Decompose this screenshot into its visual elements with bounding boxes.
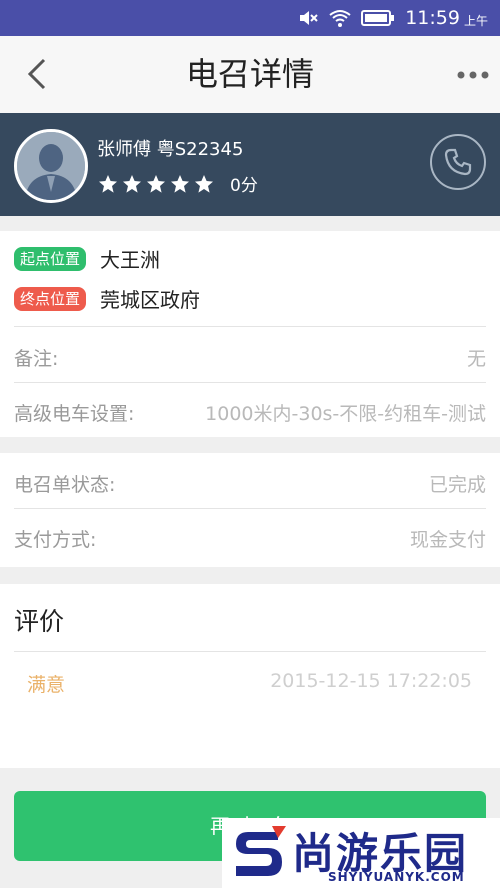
review-title: 评价 <box>14 607 65 636</box>
divider <box>14 651 486 652</box>
watermark-logo-icon <box>236 826 286 876</box>
back-arrow-icon <box>27 58 46 90</box>
title-bar: 电召详情 <box>0 36 500 114</box>
status-bar: 11:59 上午 <box>0 0 500 36</box>
end-location-row: 终点位置 莞城区政府 <box>14 284 200 313</box>
review-time: 2015-12-15 17:22:05 <box>270 670 472 692</box>
watermark: 尚游乐园 SHYIYUANYK.COM <box>222 818 500 888</box>
payment-value: 现金支付 <box>409 529 486 551</box>
avatar-icon <box>17 132 85 200</box>
advanced-settings-label: 高级电车设置: <box>14 403 135 425</box>
more-button[interactable] <box>456 60 490 90</box>
end-location: 莞城区政府 <box>100 288 201 312</box>
wifi-icon <box>329 7 351 29</box>
star-icon <box>195 174 213 193</box>
order-status-label: 电召单状态: <box>14 474 116 496</box>
status-time: 11:59 <box>405 7 460 29</box>
divider <box>14 326 486 327</box>
order-status-value: 已完成 <box>428 474 486 496</box>
divider <box>14 382 486 383</box>
review-level: 满意 <box>27 674 66 696</box>
order-status-card: 电召单状态: 已完成 支付方式: 现金支付 <box>0 453 500 567</box>
back-button[interactable] <box>22 56 58 92</box>
advanced-settings-value: 1000米内-30s-不限-约租车-测试 <box>205 403 486 425</box>
call-button[interactable] <box>430 134 486 190</box>
remark-label: 备注: <box>14 348 59 370</box>
start-tag: 起点位置 <box>14 246 87 271</box>
driver-score: 0分 <box>230 176 258 196</box>
driver-name-plate: 张师傅 粤S22345 <box>97 139 244 160</box>
star-icon <box>99 174 117 193</box>
watermark-subtext: SHYIYUANYK.COM <box>328 870 465 884</box>
order-detail-card: 起点位置 大王洲 终点位置 莞城区政府 备注: 无 高级电车设置: 1000米内… <box>0 231 500 437</box>
end-tag: 终点位置 <box>14 286 87 311</box>
phone-icon <box>444 148 472 176</box>
page-title: 电召详情 <box>185 55 314 93</box>
driver-rating: 0分 <box>98 171 258 196</box>
status-ampm: 上午 <box>463 13 488 28</box>
start-location: 大王洲 <box>100 248 161 272</box>
star-icon <box>123 174 141 193</box>
payment-label: 支付方式: <box>14 529 97 551</box>
more-icon <box>457 71 489 79</box>
driver-panel: 张师傅 粤S22345 0分 <box>0 113 500 216</box>
star-icon <box>171 174 189 193</box>
remark-value: 无 <box>466 348 486 370</box>
divider <box>14 508 486 509</box>
review-card: 评价 满意 2015-12-15 17:22:05 <box>0 584 500 768</box>
battery-icon <box>361 7 395 29</box>
mute-icon <box>297 7 319 29</box>
start-location-row: 起点位置 大王洲 <box>14 244 160 273</box>
avatar <box>14 129 88 203</box>
star-icon <box>147 174 165 193</box>
